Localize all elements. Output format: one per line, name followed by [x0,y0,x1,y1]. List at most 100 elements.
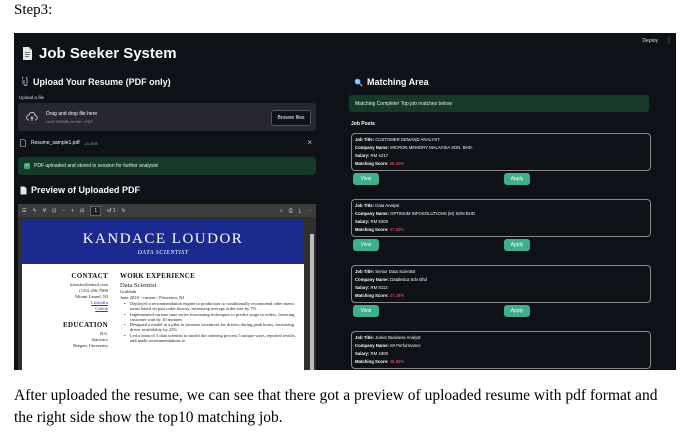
dropzone-limit: Limit 200MB per file • PDF [46,119,93,124]
resume-name: KANDACE LOUDOR [82,231,244,247]
score-label: Matching Score: [355,359,389,364]
salary-label: Salary: [355,285,370,290]
company-value: Dataletica Sdn Bhd [390,277,427,282]
score-label: Matching Score: [355,161,389,166]
view-button[interactable]: View [353,305,379,317]
company-label: Company Name: [355,277,389,282]
title-value: CUSTOMER DEMAND ANALYST [375,137,440,142]
salary-line: Salary: RM 8112 [355,285,388,290]
score-line: Matching Score: 55.20% [355,161,404,166]
salary-label: Salary: [355,351,370,356]
pdf-canvas: KANDACE LOUDOR DATA SCIENTIST CONTACT kl… [18,217,316,370]
company-label: Company Name: [355,343,389,348]
job-card: Job Title: Senior Data Scientist Company … [351,265,651,303]
upload-heading: Upload Your Resume (PDF only) [22,77,171,87]
step-label: Step3: [14,2,53,18]
file-dropzone[interactable]: Drag and drop file here Limit 200MB per … [18,103,316,131]
pdf-toolbar: ☰ ✎ ∀ ⊡ − + ⊟ 1 of 1 ↻ ⌕ ⎙ ⤓ ⋯ [18,204,316,217]
title-value: Senior Data Scientist [375,269,416,274]
work-bullet: Implemented various time series forecast… [120,312,300,323]
resume-left-column: CONTACT kloudor@email.com (123) 456-7890… [22,272,108,349]
pdf-scrollbar[interactable] [310,234,314,370]
fit-page-icon[interactable]: ⊡ [52,208,56,214]
contact-heading: CONTACT [71,272,108,280]
page-icon [23,47,32,60]
resume-banner: KANDACE LOUDOR DATA SCIENTIST [22,220,304,264]
check-icon: ✓ [24,163,30,169]
company-value: OPTIMUM INFOSOLUTIONS (M) SDN BHD [390,211,475,216]
remove-file-icon[interactable]: × [307,138,312,147]
job-title-line: Job Title: Data Analyst [355,203,399,208]
job-card: Job Title: Junior Business Analyst Compan… [351,331,651,369]
upload-success-text: PDF uploaded and stored in session for f… [34,163,159,169]
app-title: Job Seeker System [22,45,177,62]
search-icon[interactable]: ⌕ [280,208,283,214]
title-value: Data Analyst [375,203,400,208]
github-link[interactable]: Github [22,306,108,312]
page-view-icon[interactable]: ⊟ [80,208,84,214]
document-icon [20,186,27,194]
company-line: Company Name: MICRON MEMORY MALAYSIA SDN… [355,145,473,150]
view-button[interactable]: View [353,239,379,251]
deploy-button[interactable]: Deploy [642,38,658,44]
job-card: Job Title: Data Analyst Company Name: OPT… [351,199,651,237]
file-icon [20,139,26,147]
salary-value: RM 4300 [370,351,388,356]
company-line: Company Name: Dataletica Sdn Bhd [355,277,427,282]
score-line: Matching Score: 47.80% [355,227,404,232]
title-label: Job Title: [355,137,375,142]
salary-line: Salary: RM 8200 [355,219,388,224]
uploaded-file-row: Resume_sample1.pdf 21.2KB × [20,137,312,149]
upload-heading-text: Upload Your Resume (PDF only) [33,77,171,87]
salary-value: RM 4217 [370,153,388,158]
resume-right-column: WORK EXPERIENCE Data Scientist Grubhub J… [120,272,300,343]
apply-button[interactable]: Apply [504,305,530,317]
more-icon[interactable]: ⋯ [307,208,312,214]
browse-files-button[interactable]: Browse files [271,110,311,126]
work-bullet: Designed a model in a pilot to increase … [120,322,300,333]
matching-status-alert: Matching Complete! Top job matches below… [349,95,649,112]
title-label: Job Title: [355,335,375,340]
page-number-input[interactable]: 1 [90,205,102,216]
job-title-line: Job Title: Junior Business Analyst [355,335,421,340]
app-screenshot: Deploy ⋮ Job Seeker System Upload Your R… [14,33,676,370]
score-line: Matching Score: 47.28% [355,293,404,298]
matching-status-text: Matching Complete! Top job matches below… [355,100,454,107]
score-value: 47.28% [389,293,405,298]
main-menu-icon[interactable]: ⋮ [666,37,672,44]
title-label: Job Title: [355,269,375,274]
salary-line: Salary: RM 4300 [355,351,388,356]
job-title-line: Job Title: Senior Data Scientist [355,269,415,274]
matching-heading: Matching Area [354,77,429,87]
work-bullet: Led a team of 3 data scientist to model … [120,333,300,344]
file-name: Resume_sample1.pdf [31,140,80,146]
apply-button[interactable]: Apply [504,239,530,251]
pdf-viewer[interactable]: ☰ ✎ ∀ ⊡ − + ⊟ 1 of 1 ↻ ⌕ ⎙ ⤓ ⋯ KANDACE L… [18,204,316,370]
print-icon[interactable]: ⎙ [289,208,293,214]
company-value: MICRON MEMORY MALAYSIA SDN. BHD. [390,145,473,150]
job-card: Job Title: CUSTOMER DEMAND ANALYST Compan… [351,133,651,171]
zoom-out-icon[interactable]: − [62,208,65,214]
download-icon[interactable]: ⤓ [299,208,301,214]
company-label: Company Name: [355,145,389,150]
upload-success-alert: ✓ PDF uploaded and stored in session for… [18,157,316,175]
company-line: Company Name: MI Performance [355,343,421,348]
salary-label: Salary: [355,219,370,224]
upload-label: Upload a file [19,95,45,100]
preview-heading-text: Preview of Uploaded PDF [31,185,141,195]
work-heading: WORK EXPERIENCE [120,272,196,280]
view-button[interactable]: View [353,173,379,185]
page-total: of 1 [107,207,116,214]
work-bullet: Deployed a recommendation engine to prod… [120,301,300,312]
annotate-icon[interactable]: ✎ [32,208,36,214]
zoom-in-icon[interactable]: + [71,208,74,214]
salary-line: Salary: RM 4217 [355,153,388,158]
dropzone-title: Drag and drop file here [46,111,98,117]
salary-value: RM 8200 [370,219,388,224]
apply-button[interactable]: Apply [504,173,530,185]
draw-icon[interactable]: ∀ [43,208,46,214]
company-value: MI Performance [390,343,421,348]
sidebar-toggle-icon[interactable]: ☰ [22,208,26,214]
company-line: Company Name: OPTIMUM INFOSOLUTIONS (M) … [355,211,475,216]
rotate-icon[interactable]: ↻ [121,208,125,214]
